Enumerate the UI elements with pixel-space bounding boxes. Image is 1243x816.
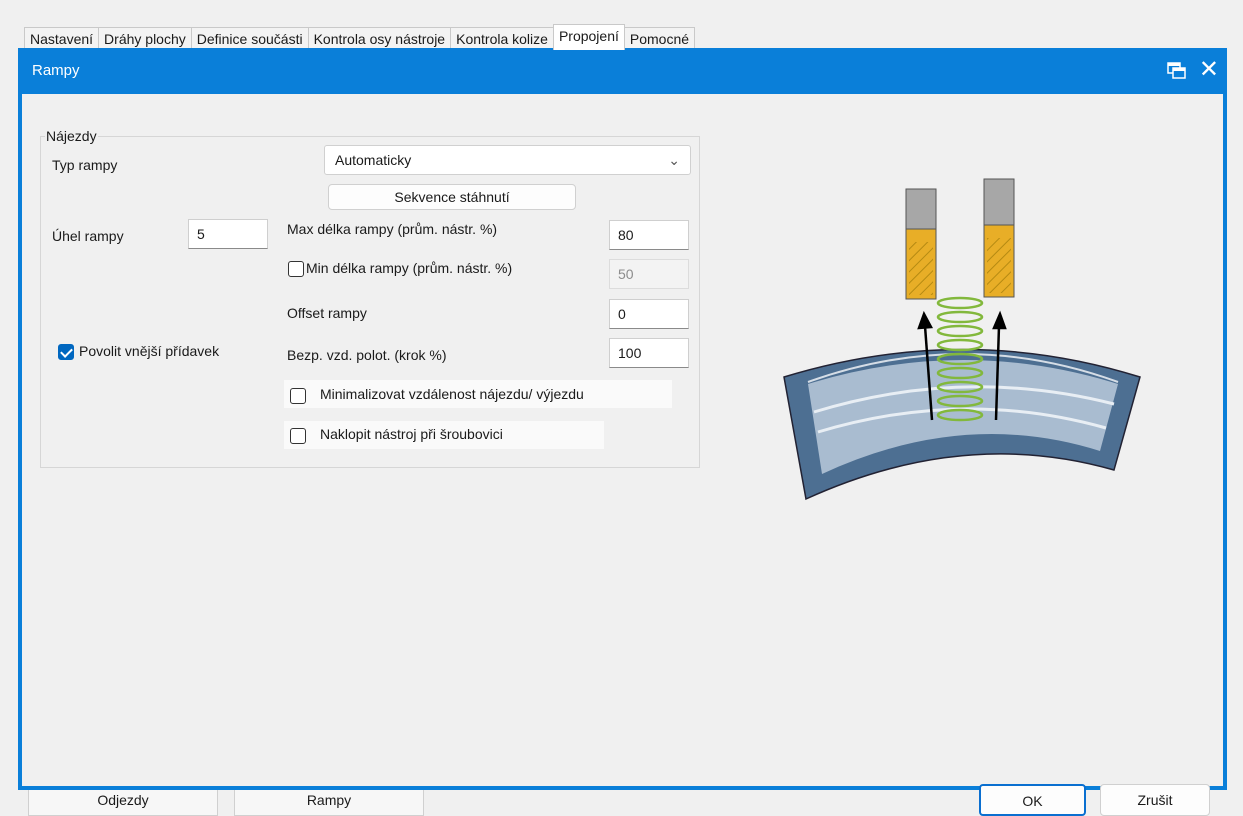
ramp-angle-label: Úhel rampy <box>52 228 124 244</box>
ramps-dialog: Rampy ✕ Nájezdy Typ rampy Automaticky ⌄ … <box>18 48 1227 816</box>
background-tab-strip: Nastavení Dráhy plochy Definice součásti… <box>24 24 696 50</box>
tab-kontrola-osy-nastroje[interactable]: Kontrola osy nástroje <box>307 27 452 50</box>
min-length-label: Min délka rampy (prům. nástr. %) <box>306 260 513 276</box>
max-length-label: Max délka rampy (prům. nástr. %) <box>287 221 498 237</box>
tool-right-icon <box>983 178 1015 298</box>
retract-sequence-button[interactable]: Sekvence stáhnutí <box>328 184 576 210</box>
tab-kontrola-kolize[interactable]: Kontrola kolize <box>450 27 554 50</box>
ramp-angle-input[interactable]: 5 <box>188 219 268 249</box>
tab-drahy-plochy[interactable]: Dráhy plochy <box>98 27 192 50</box>
dialog-title: Rampy <box>32 62 80 79</box>
allow-allowance-checkbox[interactable] <box>58 344 74 360</box>
ramp-helix-illustration <box>783 178 1141 501</box>
allow-allowance-label: Povolit vnější přídavek <box>79 343 220 359</box>
safe-distance-label: Bezp. vzd. polot. (krok %) <box>287 347 447 363</box>
tab-pomocne[interactable]: Pomocné <box>623 27 696 50</box>
ramp-type-label: Typ rampy <box>52 157 118 173</box>
tab-definice-soucasti[interactable]: Definice součásti <box>190 27 309 50</box>
safe-distance-input[interactable]: 100 <box>609 338 689 368</box>
offset-input[interactable]: 0 <box>609 299 689 329</box>
ramp-type-select[interactable]: Automaticky ⌄ <box>324 145 691 175</box>
offset-label: Offset rampy <box>287 305 367 321</box>
restore-window-icon[interactable] <box>1167 62 1187 80</box>
tool-left-icon <box>905 188 937 300</box>
cancel-button[interactable]: Zrušit <box>1100 784 1210 816</box>
minimize-label: Minimalizovat vzdálenost nájezdu/ výjezd… <box>320 386 584 402</box>
subtab-odjezdy[interactable]: Odjezdy <box>28 787 218 816</box>
dialog-titlebar[interactable]: Rampy ✕ <box>18 48 1227 94</box>
min-length-checkbox[interactable] <box>288 261 304 277</box>
tilt-checkbox[interactable] <box>290 428 306 444</box>
minimize-checkbox[interactable] <box>290 388 306 404</box>
tab-propojeni[interactable]: Propojení <box>552 24 625 50</box>
close-icon[interactable]: ✕ <box>1199 58 1219 82</box>
ramp-type-value: Automaticky <box>335 152 412 168</box>
dialog-client-area: Nájezdy Typ rampy Automaticky ⌄ Sekvence… <box>22 94 1223 816</box>
max-length-input[interactable]: 80 <box>609 220 689 250</box>
min-length-input[interactable]: 50 <box>609 259 689 289</box>
chevron-down-icon: ⌄ <box>668 152 680 168</box>
group-title: Nájezdy <box>45 128 98 144</box>
subtab-rampy[interactable]: Rampy <box>234 787 424 816</box>
tab-nastaveni[interactable]: Nastavení <box>24 27 100 50</box>
tilt-label: Naklopit nástroj při šroubovici <box>320 426 503 442</box>
ok-button[interactable]: OK <box>979 784 1086 816</box>
